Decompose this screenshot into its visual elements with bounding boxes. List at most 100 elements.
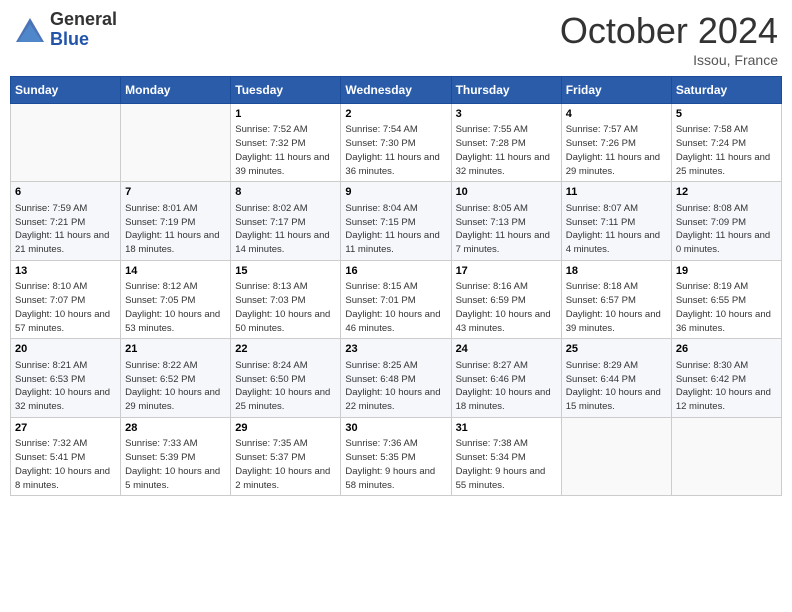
day-number: 28 — [125, 421, 226, 436]
day-number: 31 — [456, 421, 557, 436]
day-info: Sunrise: 8:02 AM Sunset: 7:17 PM Dayligh… — [235, 202, 336, 257]
day-info: Sunrise: 7:35 AM Sunset: 5:37 PM Dayligh… — [235, 437, 336, 492]
day-info: Sunrise: 8:08 AM Sunset: 7:09 PM Dayligh… — [676, 202, 777, 257]
day-header-friday: Friday — [561, 77, 671, 104]
title-area: October 2024 Issou, France — [560, 10, 778, 68]
calendar-cell: 13Sunrise: 8:10 AM Sunset: 7:07 PM Dayli… — [11, 260, 121, 338]
week-row-3: 13Sunrise: 8:10 AM Sunset: 7:07 PM Dayli… — [11, 260, 782, 338]
calendar-cell: 10 Sunrise: 8:05 AM Sunset: 7:13 PM Dayli… — [451, 182, 561, 260]
day-info: Sunrise: 7:54 AM Sunset: 7:30 PM Dayligh… — [345, 123, 446, 178]
day-number: 10 — [456, 185, 557, 200]
day-number: 12 — [676, 185, 777, 200]
day-number: 2 — [345, 107, 446, 122]
page-header: General Blue October 2024 Issou, France — [10, 10, 782, 68]
day-info: Sunrise: 8:21 AM Sunset: 6:53 PM Dayligh… — [15, 359, 116, 414]
day-number: 3 — [456, 107, 557, 122]
day-info: Sunrise: 7:55 AM Sunset: 7:28 PM Dayligh… — [456, 123, 557, 178]
day-header-tuesday: Tuesday — [231, 77, 341, 104]
day-number: 14 — [125, 264, 226, 279]
day-header-thursday: Thursday — [451, 77, 561, 104]
calendar-cell — [561, 417, 671, 495]
day-header-saturday: Saturday — [671, 77, 781, 104]
calendar-cell: 14Sunrise: 8:12 AM Sunset: 7:05 PM Dayli… — [121, 260, 231, 338]
calendar-cell: 1Sunrise: 7:52 AM Sunset: 7:32 PM Daylig… — [231, 104, 341, 182]
day-info: Sunrise: 7:32 AM Sunset: 5:41 PM Dayligh… — [15, 437, 116, 492]
month-title: October 2024 — [560, 10, 778, 52]
day-info: Sunrise: 7:59 AM Sunset: 7:21 PM Dayligh… — [15, 202, 116, 257]
day-info: Sunrise: 8:12 AM Sunset: 7:05 PM Dayligh… — [125, 280, 226, 335]
day-number: 1 — [235, 107, 336, 122]
location: Issou, France — [560, 52, 778, 68]
week-row-5: 27Sunrise: 7:32 AM Sunset: 5:41 PM Dayli… — [11, 417, 782, 495]
calendar-cell — [11, 104, 121, 182]
calendar-cell: 29Sunrise: 7:35 AM Sunset: 5:37 PM Dayli… — [231, 417, 341, 495]
day-header-monday: Monday — [121, 77, 231, 104]
week-row-1: 1Sunrise: 7:52 AM Sunset: 7:32 PM Daylig… — [11, 104, 782, 182]
calendar-cell: 23Sunrise: 8:25 AM Sunset: 6:48 PM Dayli… — [341, 339, 451, 417]
day-number: 7 — [125, 185, 226, 200]
day-number: 20 — [15, 342, 116, 357]
day-info: Sunrise: 7:57 AM Sunset: 7:26 PM Dayligh… — [566, 123, 667, 178]
day-info: Sunrise: 8:22 AM Sunset: 6:52 PM Dayligh… — [125, 359, 226, 414]
calendar-cell: 28Sunrise: 7:33 AM Sunset: 5:39 PM Dayli… — [121, 417, 231, 495]
day-number: 5 — [676, 107, 777, 122]
calendar-cell: 2Sunrise: 7:54 AM Sunset: 7:30 PM Daylig… — [341, 104, 451, 182]
calendar-cell: 31Sunrise: 7:38 AM Sunset: 5:34 PM Dayli… — [451, 417, 561, 495]
day-info: Sunrise: 7:52 AM Sunset: 7:32 PM Dayligh… — [235, 123, 336, 178]
day-info: Sunrise: 8:05 AM Sunset: 7:13 PM Dayligh… — [456, 202, 557, 257]
day-info: Sunrise: 8:24 AM Sunset: 6:50 PM Dayligh… — [235, 359, 336, 414]
day-number: 23 — [345, 342, 446, 357]
calendar-cell: 21 Sunrise: 8:22 AM Sunset: 6:52 PM Dayli… — [121, 339, 231, 417]
calendar-cell: 11 Sunrise: 8:07 AM Sunset: 7:11 PM Dayli… — [561, 182, 671, 260]
day-number: 9 — [345, 185, 446, 200]
calendar-cell: 18Sunrise: 8:18 AM Sunset: 6:57 PM Dayli… — [561, 260, 671, 338]
week-row-4: 20 Sunrise: 8:21 AM Sunset: 6:53 PM Dayli… — [11, 339, 782, 417]
day-number: 21 — [125, 342, 226, 357]
calendar-cell: 12 Sunrise: 8:08 AM Sunset: 7:09 PM Dayli… — [671, 182, 781, 260]
calendar-cell: 3Sunrise: 7:55 AM Sunset: 7:28 PM Daylig… — [451, 104, 561, 182]
calendar-header-row: SundayMondayTuesdayWednesdayThursdayFrid… — [11, 77, 782, 104]
logo-text: General Blue — [50, 10, 117, 50]
calendar-cell: 16Sunrise: 8:15 AM Sunset: 7:01 PM Dayli… — [341, 260, 451, 338]
day-info: Sunrise: 8:13 AM Sunset: 7:03 PM Dayligh… — [235, 280, 336, 335]
calendar-cell: 7 Sunrise: 8:01 AM Sunset: 7:19 PM Daylig… — [121, 182, 231, 260]
day-info: Sunrise: 7:58 AM Sunset: 7:24 PM Dayligh… — [676, 123, 777, 178]
calendar-cell: 26 Sunrise: 8:30 AM Sunset: 6:42 PM Dayli… — [671, 339, 781, 417]
day-number: 27 — [15, 421, 116, 436]
calendar-cell: 30Sunrise: 7:36 AM Sunset: 5:35 PM Dayli… — [341, 417, 451, 495]
calendar-cell: 24 Sunrise: 8:27 AM Sunset: 6:46 PM Dayli… — [451, 339, 561, 417]
day-info: Sunrise: 8:07 AM Sunset: 7:11 PM Dayligh… — [566, 202, 667, 257]
day-info: Sunrise: 8:04 AM Sunset: 7:15 PM Dayligh… — [345, 202, 446, 257]
day-info: Sunrise: 7:38 AM Sunset: 5:34 PM Dayligh… — [456, 437, 557, 492]
calendar-cell: 9 Sunrise: 8:04 AM Sunset: 7:15 PM Daylig… — [341, 182, 451, 260]
day-number: 22 — [235, 342, 336, 357]
calendar-cell: 20 Sunrise: 8:21 AM Sunset: 6:53 PM Dayli… — [11, 339, 121, 417]
day-header-wednesday: Wednesday — [341, 77, 451, 104]
day-number: 8 — [235, 185, 336, 200]
day-info: Sunrise: 8:15 AM Sunset: 7:01 PM Dayligh… — [345, 280, 446, 335]
day-info: Sunrise: 8:29 AM Sunset: 6:44 PM Dayligh… — [566, 359, 667, 414]
day-number: 11 — [566, 185, 667, 200]
day-number: 15 — [235, 264, 336, 279]
calendar-cell — [671, 417, 781, 495]
day-header-sunday: Sunday — [11, 77, 121, 104]
day-number: 6 — [15, 185, 116, 200]
day-info: Sunrise: 8:18 AM Sunset: 6:57 PM Dayligh… — [566, 280, 667, 335]
day-number: 26 — [676, 342, 777, 357]
day-number: 13 — [15, 264, 116, 279]
calendar-cell: 25Sunrise: 8:29 AM Sunset: 6:44 PM Dayli… — [561, 339, 671, 417]
day-info: Sunrise: 8:16 AM Sunset: 6:59 PM Dayligh… — [456, 280, 557, 335]
calendar-cell: 15Sunrise: 8:13 AM Sunset: 7:03 PM Dayli… — [231, 260, 341, 338]
week-row-2: 6 Sunrise: 7:59 AM Sunset: 7:21 PM Daylig… — [11, 182, 782, 260]
day-number: 17 — [456, 264, 557, 279]
day-number: 24 — [456, 342, 557, 357]
calendar-cell: 27Sunrise: 7:32 AM Sunset: 5:41 PM Dayli… — [11, 417, 121, 495]
calendar-cell: 17Sunrise: 8:16 AM Sunset: 6:59 PM Dayli… — [451, 260, 561, 338]
day-info: Sunrise: 8:27 AM Sunset: 6:46 PM Dayligh… — [456, 359, 557, 414]
calendar-cell: 5Sunrise: 7:58 AM Sunset: 7:24 PM Daylig… — [671, 104, 781, 182]
day-number: 29 — [235, 421, 336, 436]
day-info: Sunrise: 8:30 AM Sunset: 6:42 PM Dayligh… — [676, 359, 777, 414]
day-info: Sunrise: 8:01 AM Sunset: 7:19 PM Dayligh… — [125, 202, 226, 257]
calendar-cell — [121, 104, 231, 182]
day-info: Sunrise: 8:19 AM Sunset: 6:55 PM Dayligh… — [676, 280, 777, 335]
